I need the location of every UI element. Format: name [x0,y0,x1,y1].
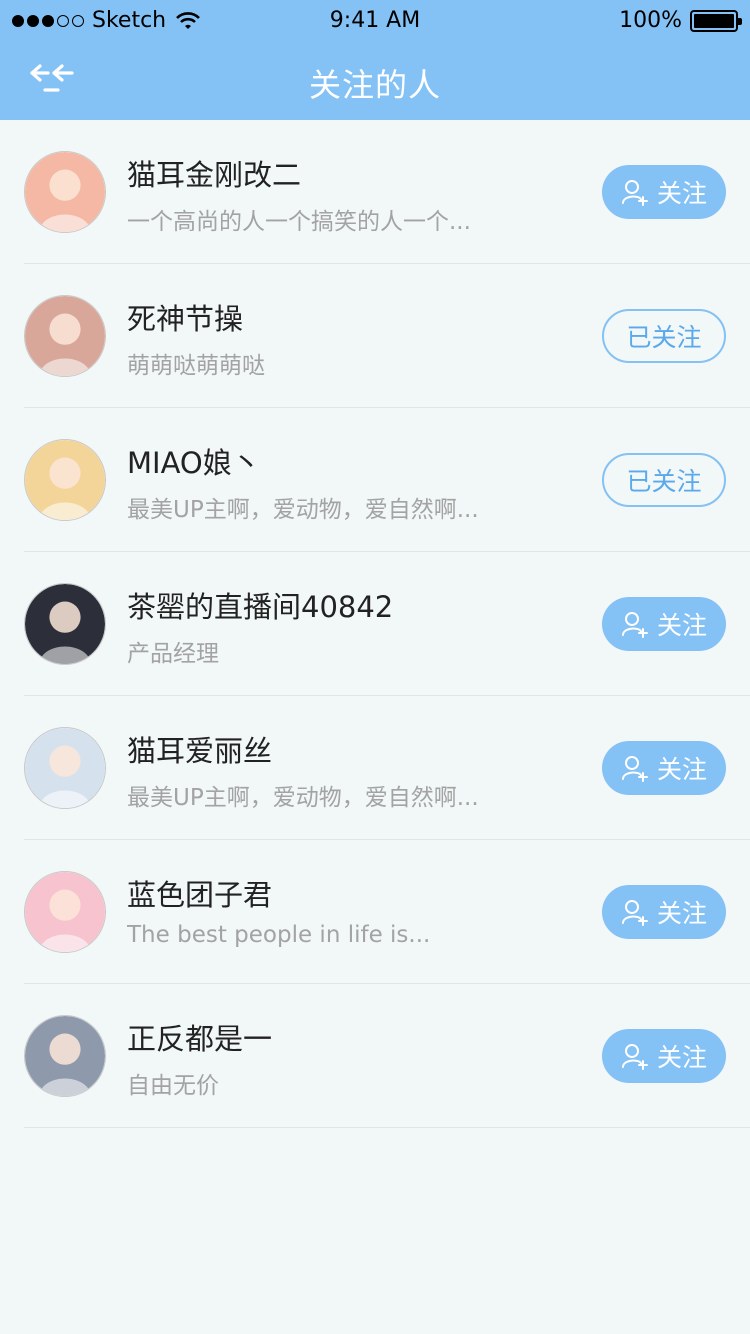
avatar[interactable] [24,151,106,233]
user-name: 正反都是一 [127,1022,273,1056]
followed-button[interactable]: 已关注 [602,309,726,363]
follow-button-label: 关注 [656,611,707,640]
page-title: 关注的人 [308,66,441,104]
follow-button-label: 关注 [656,1043,707,1072]
follow-button-label: 已关注 [626,323,702,352]
follow-button-label: 关注 [656,755,707,784]
add-user-icon [621,1044,648,1070]
avatar[interactable] [24,727,106,809]
avatar[interactable] [24,295,106,377]
battery-icon [690,9,742,32]
user-description: 产品经理 [127,641,219,667]
follow-button[interactable]: 关注 [602,741,726,795]
user-name: 猫耳金刚改二 [127,158,302,192]
follow-button-label: 关注 [656,899,707,928]
user-name: 死神节操 [127,302,244,336]
following-list: 猫耳金刚改二 一个高尚的人一个搞笑的人一个... 关注 死神节操 萌萌哒萌萌哒 已关注 MI… [0,120,750,1128]
user-name: 猫耳爱丽丝 [127,734,273,768]
add-user-icon [621,900,648,926]
follow-button-label: 关注 [656,179,707,208]
avatar[interactable] [24,583,106,665]
user-description: 一个高尚的人一个搞笑的人一个... [127,209,471,235]
list-item[interactable]: 猫耳爱丽丝最美UP主啊，爱动物，爱自然啊... 关注 [0,696,750,840]
add-user-icon [621,756,648,782]
avatar[interactable] [24,1015,106,1097]
header: Sketch 9:41 AM 100% 关注的人 [0,0,750,120]
list-item[interactable]: 茶罂的直播间40842 产品经理 关注 [0,552,750,696]
user-name: 茶罂的直播间40842 [127,590,394,624]
user-description: 最美UP主啊，爱动物，爱自然啊... [127,785,479,811]
list-item[interactable]: 死神节操萌萌哒萌萌哒 已关注 [0,264,750,408]
list-item[interactable]: 正反都是一自由无价 关注 [0,984,750,1128]
status-bar: Sketch 9:41 AM 100% [0,0,750,40]
avatar[interactable] [24,871,106,953]
user-name: MIAO娘丶 [127,446,261,480]
user-description: 萌萌哒萌萌哒 [127,353,265,379]
add-user-icon [621,180,648,206]
add-user-icon [621,612,648,638]
follow-button[interactable]: 关注 [602,165,726,219]
user-description: The best people in life is... [127,922,431,948]
user-description: 最美UP主啊，爱动物，爱自然啊... [127,497,479,523]
followed-button[interactable]: 已关注 [602,453,726,507]
list-item[interactable]: 猫耳金刚改二一个高尚的人一个搞笑的人一个... 关注 [0,120,750,264]
list-item[interactable]: MIAO娘丶最美UP主啊，爱动物，爱自然啊... 已关注 [0,408,750,552]
follow-button[interactable]: 关注 [602,1029,726,1083]
user-description: 自由无价 [127,1073,219,1099]
status-right: 100% [619,8,742,33]
follow-button[interactable]: 关注 [602,597,726,651]
list-item[interactable]: 蓝色团子君 The best people in life is... 关注 [0,840,750,984]
user-name: 蓝色团子君 [127,878,273,912]
avatar[interactable] [24,439,106,521]
follow-button[interactable]: 关注 [602,885,726,939]
follow-button-label: 已关注 [626,467,702,496]
battery-percent: 100% [619,8,682,33]
